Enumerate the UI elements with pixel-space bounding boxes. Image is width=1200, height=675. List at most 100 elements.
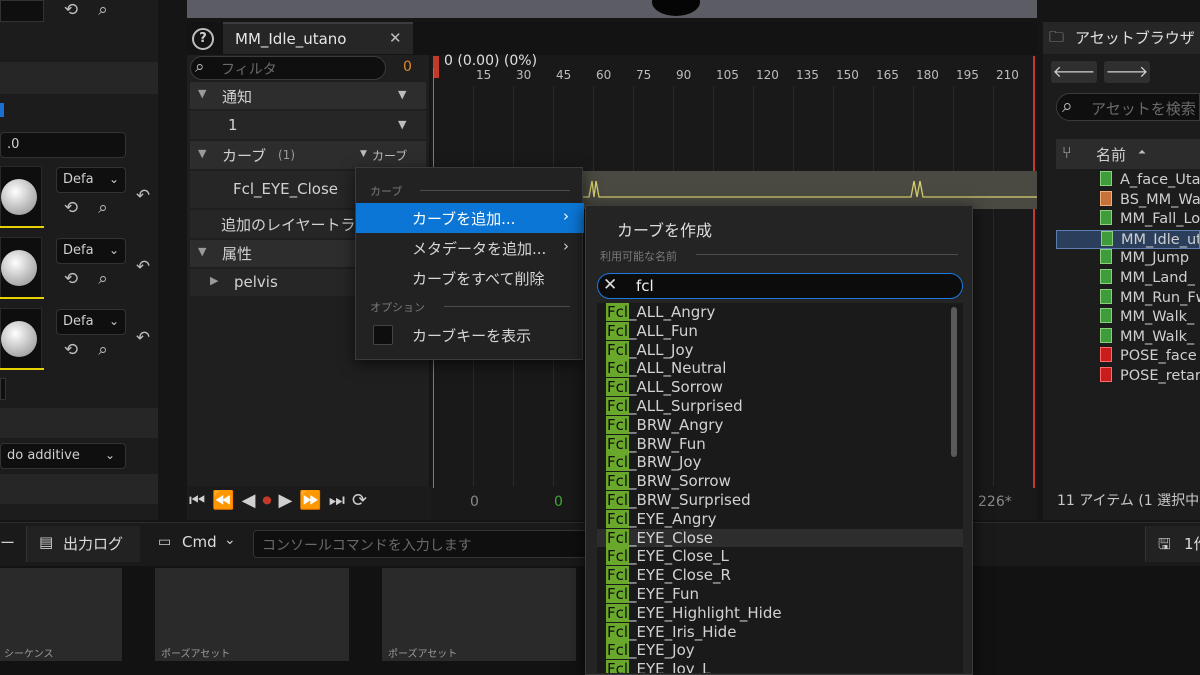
small-field[interactable] [0,378,6,400]
asset-thumbnail-2[interactable]: ポーズアセット [155,568,349,661]
branch-icon[interactable]: ⑂ [1062,143,1072,162]
menu-item-remove-all-curves[interactable]: カーブをすべて削除 [356,263,584,293]
reset-arrow-icon[interactable]: ⟲ [60,0,82,20]
range-start[interactable]: 0 [470,494,479,510]
reset-to-default-icon[interactable]: ↶ [132,257,154,277]
asset-row[interactable]: MM_Walk_ [1056,327,1200,348]
play-reverse-icon[interactable]: ◀ [242,490,263,511]
notifies-row[interactable]: ▼ 通知 ▼ [190,82,426,109]
range-end[interactable]: 226* [978,494,1012,510]
skip-to-start-icon[interactable]: ⏮ [189,490,212,511]
value-field[interactable]: .0 [0,132,126,158]
asset-row[interactable]: POSE_face [1056,347,1200,367]
curve-search-input[interactable]: ✕ fcl [597,273,963,299]
reset-arrow-icon[interactable]: ⟲ [60,340,82,360]
reset-arrow-icon[interactable]: ⟲ [60,269,82,289]
checkbox-blue[interactable] [0,103,4,117]
mesh-thumbnail-3[interactable] [0,308,42,370]
curve-name-item[interactable]: Fcl_ALL_Surprised [597,396,963,416]
close-icon[interactable]: ✕ [389,29,402,47]
asset-row[interactable]: A_face_Utano [1056,171,1200,191]
asset-row[interactable]: MM_Idle_utano [1056,229,1200,250]
asset-thumbnail-3[interactable]: ポーズアセット [382,568,576,661]
curve-name-item[interactable]: Fcl_BRW_Sorrow [597,472,963,491]
skip-to-end-icon[interactable]: ⏭ [329,490,352,511]
curve-name-item[interactable]: Fcl_BRW_Surprised [597,490,963,510]
cmd-dropdown[interactable]: ▭ Cmd ⌄ [150,526,246,562]
clear-icon[interactable]: ✕ [603,275,617,295]
curve-name-item[interactable]: Fcl_ALL_Neutral [597,359,963,378]
asset-row[interactable]: MM_Jump [1056,249,1200,269]
mesh-thumbnail-1[interactable] [0,166,42,228]
curve-name-item[interactable]: Fcl_ALL_Joy [597,340,963,360]
asset-row[interactable]: MM_Land_ [1056,269,1200,289]
curve-name-item[interactable]: Fcl_EYE_Fun [597,584,963,604]
reset-to-default-icon[interactable]: ↶ [132,186,154,206]
mesh-thumbnail-2[interactable] [0,237,42,299]
play-icon[interactable]: ▶ [278,490,299,511]
loop-icon[interactable]: ⟳ [352,490,374,511]
curves-row[interactable]: ▼ カーブ (1) ▼ カーブ [190,141,426,169]
list-scrollbar[interactable] [951,307,957,457]
browse-asset-icon[interactable]: ⌕ [92,0,114,20]
curve-name-item[interactable]: Fcl_EYE_Close [597,528,963,548]
curve-name-item[interactable]: Fcl_EYE_Joy_L [597,660,963,673]
browse-asset-icon[interactable]: ⌕ [92,340,114,360]
browse-asset-icon[interactable]: ⌕ [92,198,114,218]
curve-name-item[interactable]: Fcl_ALL_Fun [597,321,963,341]
asset-row[interactable]: POSE_retarget [1056,367,1200,387]
asset-row[interactable]: MM_Walk_ [1056,308,1200,328]
curves-button[interactable]: カーブ [372,147,407,164]
save-all-button[interactable]: 🖫 1作 [1145,526,1200,562]
asset-thumbnail-1[interactable]: シーケンス [0,568,122,661]
curve-name-item[interactable]: Fcl_EYE_Highlight_Hide [597,603,963,623]
back-button[interactable]: 🡐 [1051,61,1097,83]
curve-name-item[interactable]: Fcl_EYE_Joy [597,641,963,660]
curve-name-item[interactable]: Fcl_EYE_Close_R [597,566,963,585]
asset-browser-tab[interactable]: 🗀 アセットブラウザ [1043,22,1200,54]
asset-row[interactable]: MM_Fall_Loop [1056,210,1200,230]
step-back-icon[interactable]: ⏪ [212,490,241,511]
view-start[interactable]: 0 [554,494,563,510]
curve-name-item[interactable]: Fcl_ALL_Sorrow [597,378,963,397]
curve-name-item[interactable]: Fcl_BRW_Fun [597,434,963,454]
browse-asset-icon[interactable]: ⌕ [92,269,114,289]
curve-name-item[interactable]: Fcl_BRW_Joy [597,453,963,472]
curve-name-item[interactable]: Fcl_BRW_Angry [597,415,963,435]
asset-row[interactable]: BS_MM_Walk [1056,190,1200,211]
curve-name-item[interactable]: Fcl_ALL_Angry [597,303,963,322]
collapse-arrow-icon[interactable]: ▼ [198,147,206,160]
dropdown-arrow-icon[interactable]: ▼ [398,88,406,101]
top-field[interactable] [0,0,44,22]
menu-item-add-curve[interactable]: カーブを追加... › [356,203,584,233]
step-forward-icon[interactable]: ⏩ [299,490,328,511]
menu-item-add-metadata[interactable]: メタデータを追加... › [356,233,584,263]
dropdown-default-2[interactable]: Defa ⌄ [56,238,126,264]
show-curve-keys-checkbox[interactable] [373,325,393,345]
curve-name-item[interactable]: Fcl_EYE_Close_L [597,547,963,566]
output-log-button[interactable]: ▤ 出力ログ [26,526,140,562]
menu-item-show-curve-keys[interactable]: カーブキーを表示 [356,319,584,351]
dropdown-default-3[interactable]: Defa ⌄ [56,309,126,335]
help-icon[interactable]: ? [192,28,214,50]
timeline-ruler[interactable]: 15 30 45 60 75 90 105 120 135 150 165 180 195 210 [431,68,1037,86]
create-curve-item[interactable]: カーブを作成 [586,214,972,244]
collapse-arrow-icon[interactable]: ▼ [198,87,206,100]
asset-row[interactable]: MM_Run_Fwd [1056,288,1200,309]
collapse-arrow-icon[interactable]: ▼ [198,245,206,258]
console-input[interactable]: コンソールコマンドを入力します [253,530,588,558]
tab-mm-idle-utano[interactable]: MM_Idle_utano ✕ [223,22,413,54]
expand-arrow-icon[interactable]: ▶ [210,274,218,287]
curve-name-item[interactable]: Fcl_EYE_Iris_Hide [597,622,963,642]
curve-name-item[interactable]: Fcl_EYE_Angry [597,509,963,529]
filter-search[interactable]: ⌕ フィルタ [190,56,386,80]
record-icon[interactable]: ⏺ [262,490,278,511]
asset-search-input[interactable]: ⌕ アセットを検索 [1056,93,1200,121]
dropdown-default-1[interactable]: Defa ⌄ [56,167,126,193]
reset-to-default-icon[interactable]: ↶ [132,328,154,348]
notify-track-row[interactable]: 1 ▼ [190,111,426,139]
asset-column-header[interactable]: ⑂ 名前 ⏶ [1056,139,1200,169]
additive-type-dropdown[interactable]: do additive ⌄ [0,443,126,469]
dropdown-arrow-icon[interactable]: ▼ [398,118,406,131]
forward-button[interactable]: 🡒 [1104,61,1150,83]
